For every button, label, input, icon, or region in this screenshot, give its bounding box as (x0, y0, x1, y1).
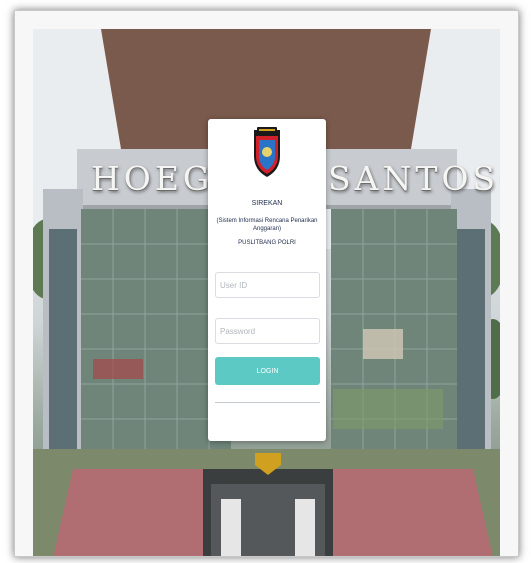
form-divider (215, 402, 320, 403)
organization-name: PUSLITBANG POLRI (238, 240, 296, 246)
building-sign-right: SANTOSO (328, 159, 500, 198)
app-name: SIREKAN (251, 200, 283, 207)
app-description: (Sistem Informasi Rencana Penarikan Angg… (216, 218, 318, 232)
login-card: SIREKAN (Sistem Informasi Rencana Penari… (208, 119, 326, 441)
screenshot-frame: HOEGENG SANTOSO SIREKAN (Sistem Informas… (14, 10, 519, 557)
userid-input[interactable] (215, 272, 320, 298)
login-button[interactable]: LOGIN (215, 357, 320, 385)
police-emblem-icon (254, 127, 280, 177)
password-input[interactable] (215, 318, 320, 344)
